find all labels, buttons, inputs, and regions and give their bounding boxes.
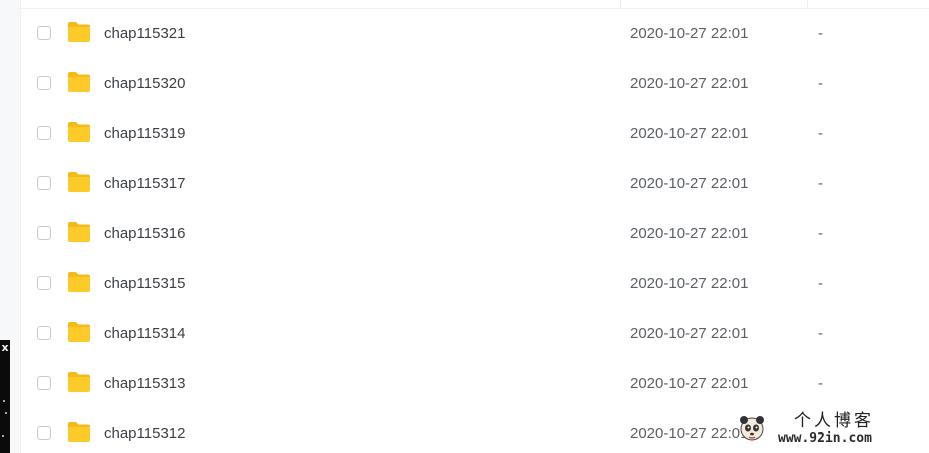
file-size: -	[818, 75, 823, 92]
folder-name[interactable]: chap115314	[104, 324, 185, 344]
decor-dot	[5, 412, 7, 414]
file-size: -	[818, 175, 823, 192]
folder-icon[interactable]	[67, 171, 91, 193]
modified-date: 2020-10-27 22:01	[630, 425, 749, 442]
column-divider	[807, 0, 808, 8]
watermark-logo: 个人博客 www.92in.com	[736, 411, 929, 453]
row-checkbox[interactable]	[37, 26, 51, 40]
table-row[interactable]: chap115317 2020-10-27 22:01 -	[21, 159, 929, 209]
folder-name[interactable]: chap115319	[104, 124, 185, 144]
column-divider	[620, 0, 621, 8]
folder-icon[interactable]	[67, 421, 91, 443]
watermark-url: www.92in.com	[778, 431, 872, 446]
table-row[interactable]: chap115314 2020-10-27 22:01 -	[21, 309, 929, 359]
decor-dot	[2, 435, 4, 437]
modified-date: 2020-10-27 22:01	[630, 325, 749, 342]
row-checkbox[interactable]	[37, 226, 51, 240]
folder-name[interactable]: chap115317	[104, 174, 185, 194]
folder-icon[interactable]	[67, 71, 91, 93]
file-size: -	[818, 275, 823, 292]
folder-name[interactable]: chap115320	[104, 74, 185, 94]
file-size: -	[818, 25, 823, 42]
row-checkbox[interactable]	[37, 176, 51, 190]
row-checkbox[interactable]	[37, 276, 51, 290]
folder-icon[interactable]	[67, 321, 91, 343]
row-checkbox[interactable]	[37, 326, 51, 340]
modified-date: 2020-10-27 22:01	[630, 375, 749, 392]
row-checkbox[interactable]	[37, 76, 51, 90]
modified-date: 2020-10-27 22:01	[630, 175, 749, 192]
file-size: -	[818, 225, 823, 242]
watermark-title: 个人博客	[794, 411, 874, 431]
file-size: -	[818, 325, 823, 342]
row-checkbox[interactable]	[37, 376, 51, 390]
modified-date: 2020-10-27 22:01	[630, 225, 749, 242]
folder-name[interactable]: chap115315	[104, 274, 185, 294]
modified-date: 2020-10-27 22:01	[630, 25, 749, 42]
left-dark-panel-edge: x	[0, 340, 10, 453]
folder-name[interactable]: chap115312	[104, 424, 185, 444]
file-size: -	[818, 375, 823, 392]
modified-date: 2020-10-27 22:01	[630, 275, 749, 292]
folder-icon[interactable]	[67, 221, 91, 243]
table-row[interactable]: chap115316 2020-10-27 22:01 -	[21, 209, 929, 259]
row-checkbox[interactable]	[37, 426, 51, 440]
decor-dot	[3, 400, 5, 402]
close-icon: x	[1, 341, 9, 354]
table-row[interactable]: chap115319 2020-10-27 22:01 -	[21, 109, 929, 159]
folder-icon[interactable]	[67, 21, 91, 43]
page: x chap115321 2020-10-27 22:01 - chap115320 2…	[0, 0, 929, 453]
folder-icon[interactable]	[67, 271, 91, 293]
modified-date: 2020-10-27 22:01	[630, 75, 749, 92]
file-list: chap115321 2020-10-27 22:01 - chap115320 202…	[21, 0, 929, 453]
panda-face-icon	[740, 416, 764, 441]
table-row[interactable]: chap115320 2020-10-27 22:01 -	[21, 59, 929, 109]
folder-icon[interactable]	[67, 371, 91, 393]
folder-name[interactable]: chap115321	[104, 24, 185, 44]
table-row[interactable]: chap115313 2020-10-27 22:01 -	[21, 359, 929, 409]
table-row[interactable]: chap115315 2020-10-27 22:01 -	[21, 259, 929, 309]
row-checkbox[interactable]	[37, 126, 51, 140]
table-row[interactable]: chap115321 2020-10-27 22:01 -	[21, 9, 929, 59]
folder-icon[interactable]	[67, 121, 91, 143]
file-size: -	[818, 125, 823, 142]
folder-name[interactable]: chap115313	[104, 374, 185, 394]
folder-name[interactable]: chap115316	[104, 224, 185, 244]
modified-date: 2020-10-27 22:01	[630, 125, 749, 142]
